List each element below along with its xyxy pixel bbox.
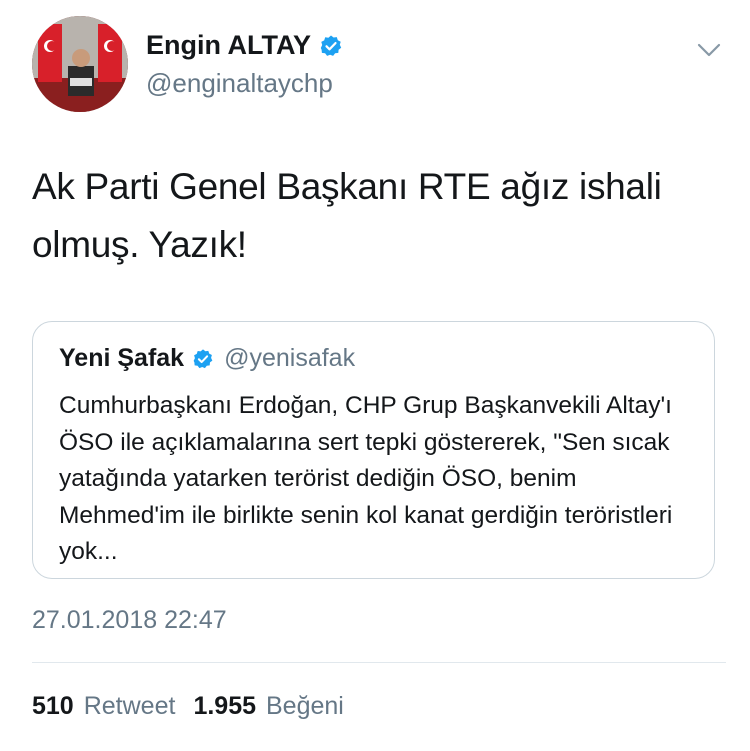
tweet-stats: 510 Retweet 1.955 Beğeni (32, 692, 362, 721)
like-label[interactable]: Beğeni (266, 692, 344, 721)
author-row: Engin ALTAY (146, 30, 343, 61)
quoted-tweet-text: Cumhurbaşkanı Erdoğan, CHP Grup Başkanve… (59, 392, 673, 565)
verified-badge-icon (320, 35, 342, 56)
retweet-count[interactable]: 510 (32, 692, 74, 721)
quoted-tweet-header: Yeni Şafak @yenisafak (59, 344, 355, 373)
author-name[interactable]: Engin ALTAY (146, 30, 311, 61)
author-handle[interactable]: @enginaltaychp (146, 68, 333, 99)
verified-badge-icon (193, 348, 213, 368)
avatar-photo (32, 16, 128, 112)
quoted-tweet[interactable]: Yeni Şafak @yenisafak Cumhurbaşkanı Erdo… (32, 321, 715, 579)
retweet-label[interactable]: Retweet (84, 692, 176, 721)
tweet-text: Ak Parti Genel Başkanı RTE ağız ishali o… (32, 166, 662, 265)
chevron-down-icon[interactable] (696, 40, 722, 60)
quoted-author-handle: @yenisafak (224, 344, 356, 372)
quoted-author-name: Yeni Şafak (59, 344, 185, 372)
tweet-timestamp[interactable]: 27.01.2018 22:47 (32, 606, 227, 635)
avatar[interactable] (32, 16, 128, 112)
divider (32, 662, 726, 663)
like-count[interactable]: 1.955 (193, 692, 256, 721)
tweet-header: Engin ALTAY @enginaltaychp (32, 16, 722, 116)
